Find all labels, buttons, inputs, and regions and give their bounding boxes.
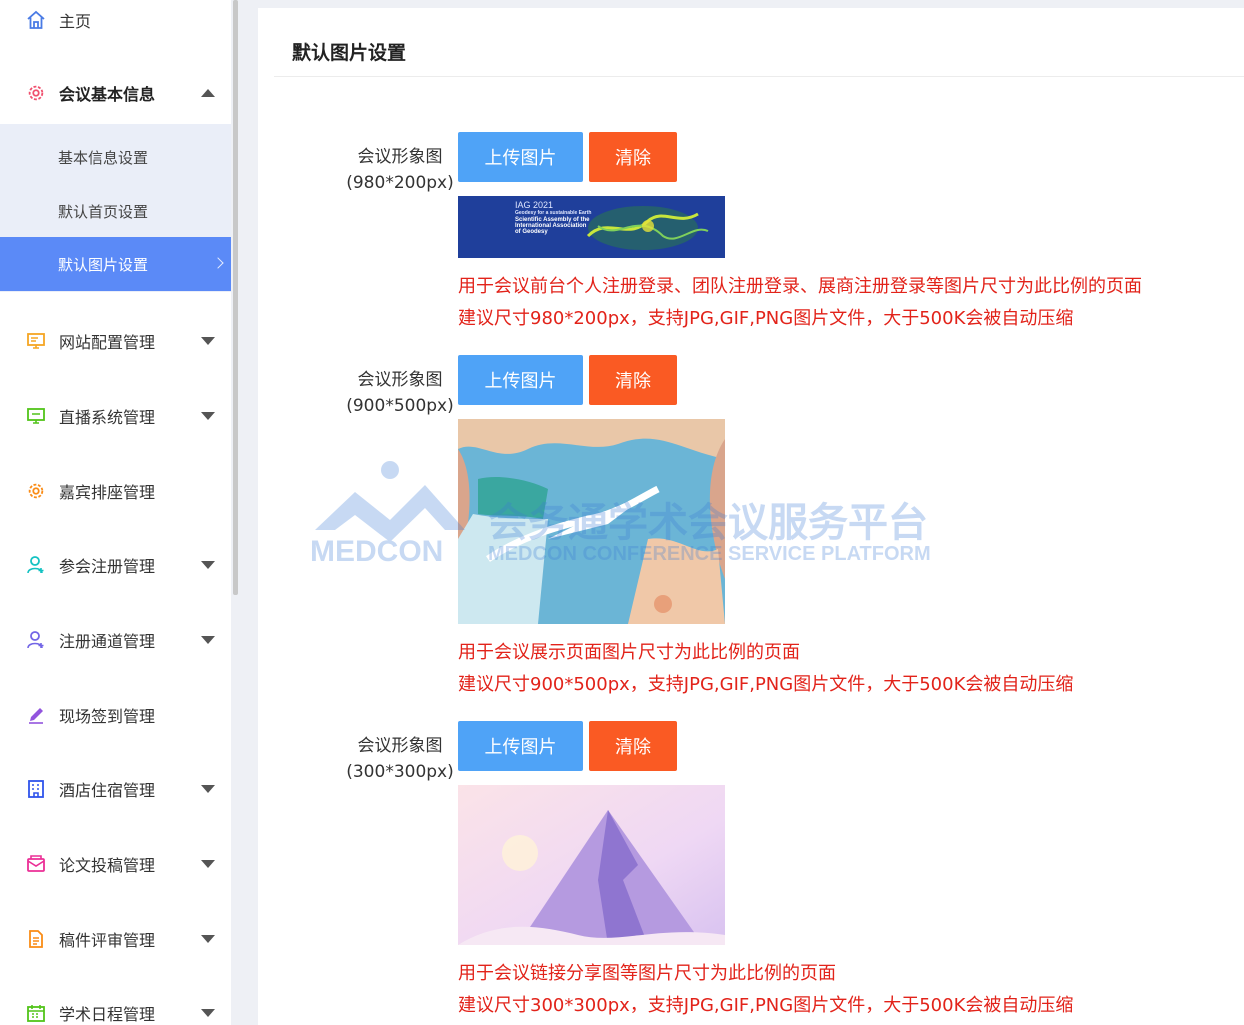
preview-image-980x200: IAG 2021 Geodesy for a sustainable Earth… [458,196,725,258]
sidebar-item-label: 嘉宾排座管理 [59,483,156,502]
caret-down-icon [201,860,215,868]
field-size-text: (900*500px) [346,396,454,416]
hint-line: 用于会议链接分享图等图片尺寸为此比例的页面 [458,963,836,984]
clear-button-300x300[interactable]: 清除 [589,721,677,771]
sidebar-item-seating[interactable]: 嘉宾排座管理 [0,471,231,511]
sidebar-item-reg-channel[interactable]: 注册通道管理 [0,620,231,660]
monitor-icon [26,331,46,351]
divider [274,76,1244,77]
sidebar-item-review[interactable]: 稿件评审管理 [0,919,231,959]
sidebar-item-label: 稿件评审管理 [59,931,156,950]
sidebar-item-label: 会议基本信息 [59,85,156,104]
sidebar: 主页 会议基本信息 基本信息设置 默认首页设置 默认图片设置 网站配置管理 直播… [0,0,231,1025]
field-label-text: 会议形象图 [357,147,443,167]
field-size-text: (300*300px) [346,762,454,782]
sidebar-item-label: 网站配置管理 [59,333,156,352]
sidebar-item-label: 酒店住宿管理 [59,781,156,800]
field-label-980x200: 会议形象图 (980*200px) [342,144,458,196]
hint-text-900x500: 用于会议展示页面图片尺寸为此比例的页面 建议尺寸900*500px，支持JPG,… [458,637,1073,701]
field-label-300x300: 会议形象图 (300*300px) [342,733,458,785]
page-title: 默认图片设置 [292,42,407,64]
hint-line: 建议尺寸300*300px，支持JPG,GIF,PNG图片文件，大于500K会被… [458,995,1074,1016]
sidebar-item-label: 参会注册管理 [59,557,156,576]
sidebar-item-label: 学术日程管理 [59,1005,156,1024]
chevron-right-icon [212,257,224,269]
banner-text: of Geodesy [515,229,548,235]
gear-icon [26,481,46,501]
screen-icon [26,406,46,426]
sidebar-item-home[interactable]: 主页 [0,0,231,40]
building-icon [26,779,46,799]
hint-text-980x200: 用于会议前台个人注册登录、团队注册登录、展商注册登录等图片尺寸为此比例的页面 建… [458,271,1142,335]
sidebar-subitem-default-home[interactable]: 默认首页设置 [0,184,231,238]
caret-down-icon [201,337,215,345]
sidebar-subitem-label: 默认图片设置 [58,255,149,274]
sidebar-item-conference-info[interactable]: 会议基本信息 [0,73,231,113]
sidebar-subitem-label: 基本信息设置 [58,148,149,167]
hint-text-300x300: 用于会议链接分享图等图片尺寸为此比例的页面 建议尺寸300*300px，支持JP… [458,958,1073,1022]
clear-button-980x200[interactable]: 清除 [589,132,677,182]
sidebar-item-label: 直播系统管理 [59,408,156,427]
sidebar-item-schedule[interactable]: 学术日程管理 [0,993,231,1025]
upload-button-980x200[interactable]: 上传图片 [458,132,583,182]
sidebar-item-live[interactable]: 直播系统管理 [0,396,231,436]
caret-down-icon [201,636,215,644]
user-add-icon [26,630,46,650]
gear-icon [26,83,46,103]
sidebar-subitem-basic-info[interactable]: 基本信息设置 [0,130,231,184]
caret-down-icon [201,935,215,943]
sidebar-item-papers[interactable]: 论文投稿管理 [0,844,231,884]
pen-icon [26,705,46,725]
user-add-icon [26,555,46,575]
sidebar-item-checkin[interactable]: 现场签到管理 [0,695,231,735]
calendar-icon [26,1003,46,1023]
upload-button-900x500[interactable]: 上传图片 [458,355,583,405]
upload-button-300x300[interactable]: 上传图片 [458,721,583,771]
sidebar-subitem-default-images[interactable]: 默认图片设置 [0,237,231,291]
mail-icon [26,854,46,874]
document-icon [26,929,46,949]
caret-down-icon [201,561,215,569]
sidebar-item-label: 论文投稿管理 [59,856,156,875]
preview-image-300x300 [458,785,725,945]
sidebar-item-label: 注册通道管理 [59,632,156,651]
banner-text: Geodesy for a sustainable Earth [515,210,592,216]
caret-down-icon [201,1009,215,1017]
sidebar-item-label: 现场签到管理 [59,707,156,726]
caret-up-icon [201,89,215,97]
caret-down-icon [201,785,215,793]
sidebar-item-website[interactable]: 网站配置管理 [0,321,231,361]
sidebar-subitem-label: 默认首页设置 [58,202,149,221]
hint-line: 建议尺寸900*500px，支持JPG,GIF,PNG图片文件，大于500K会被… [458,674,1074,695]
hint-line: 建议尺寸980*200px，支持JPG,GIF,PNG图片文件，大于500K会被… [458,308,1074,329]
field-label-text: 会议形象图 [357,736,443,756]
caret-down-icon [201,412,215,420]
home-icon [26,10,46,30]
hint-line: 用于会议展示页面图片尺寸为此比例的页面 [458,642,800,663]
main-panel: 默认图片设置 会议形象图 (980*200px) 上传图片 清除 IAG 202… [258,8,1244,1025]
sidebar-item-registration[interactable]: 参会注册管理 [0,545,231,585]
sidebar-item-label: 主页 [59,12,92,31]
clear-button-900x500[interactable]: 清除 [589,355,677,405]
sidebar-scrollbar[interactable] [233,0,238,595]
field-label-900x500: 会议形象图 (900*500px) [342,367,458,419]
field-label-text: 会议形象图 [357,370,443,390]
hint-line: 用于会议前台个人注册登录、团队注册登录、展商注册登录等图片尺寸为此比例的页面 [458,276,1142,297]
banner-logo-text: IAG 2021 [515,200,554,210]
sidebar-item-hotel[interactable]: 酒店住宿管理 [0,769,231,809]
field-size-text: (980*200px) [346,173,454,193]
preview-image-900x500 [458,419,725,624]
